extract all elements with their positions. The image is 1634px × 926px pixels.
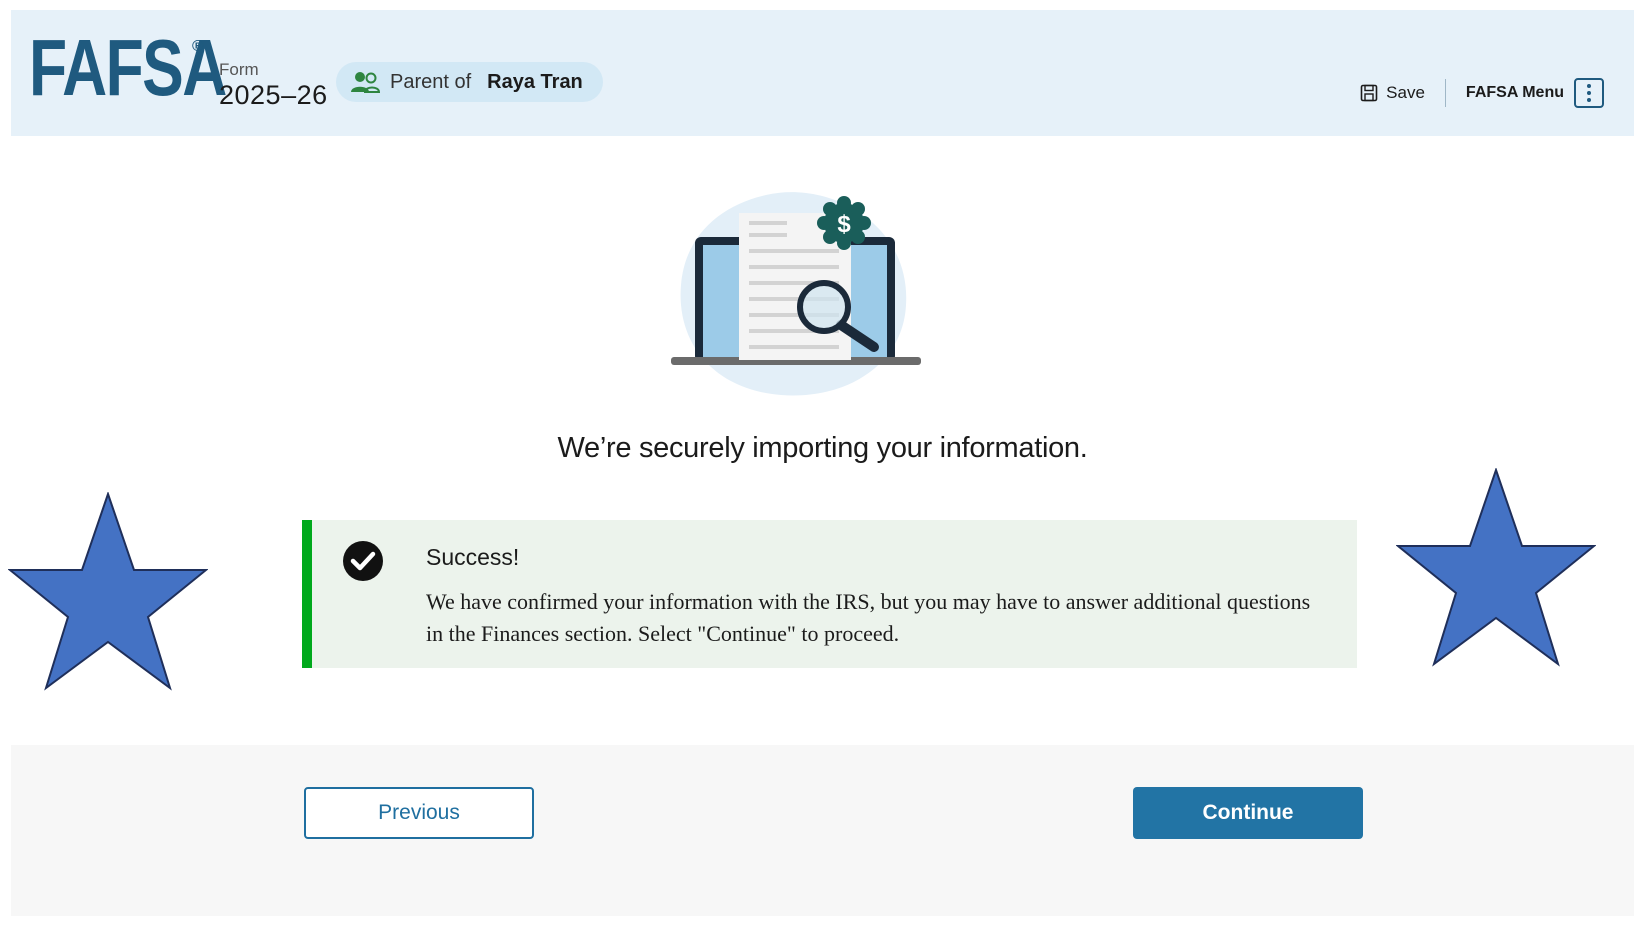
save-button[interactable]: Save	[1360, 83, 1445, 103]
registered-mark: ®	[192, 38, 204, 55]
header-divider	[1444, 79, 1446, 107]
svg-text:$: $	[837, 211, 851, 238]
role-badge: Parent of Raya Tran	[336, 62, 603, 102]
student-name: Raya Tran	[487, 70, 583, 93]
page: FAFSA ® Form 2025–26 Parent of Raya Tran …	[11, 10, 1634, 916]
form-label: Form	[219, 60, 259, 79]
save-label: Save	[1386, 83, 1425, 102]
success-alert: Success! We have confirmed your informat…	[302, 520, 1357, 668]
star-icon	[1396, 468, 1596, 667]
footer-nav: Previous Continue	[11, 745, 1634, 916]
alert-body: We have confirmed your information with …	[426, 589, 1311, 646]
previous-button[interactable]: Previous	[304, 787, 534, 839]
page-heading: We’re securely importing your informatio…	[557, 432, 1088, 464]
kebab-menu-icon	[1574, 78, 1604, 108]
form-year: 2025–26	[219, 80, 328, 110]
star-icon	[8, 492, 208, 691]
save-icon	[1360, 84, 1378, 102]
alert-title: Success!	[426, 544, 520, 570]
header-actions: Save FAFSA Menu	[1360, 76, 1604, 110]
header: FAFSA ® Form 2025–26 Parent of Raya Tran …	[11, 10, 1634, 136]
document-search-illustration: $	[671, 192, 921, 396]
fafsa-menu-button[interactable]: FAFSA Menu	[1466, 78, 1604, 108]
role-prefix: Parent of	[390, 70, 472, 93]
checkmark-circle-icon	[343, 541, 383, 581]
menu-label: FAFSA Menu	[1465, 84, 1564, 101]
people-icon	[351, 72, 380, 93]
continue-button[interactable]: Continue	[1133, 787, 1363, 839]
